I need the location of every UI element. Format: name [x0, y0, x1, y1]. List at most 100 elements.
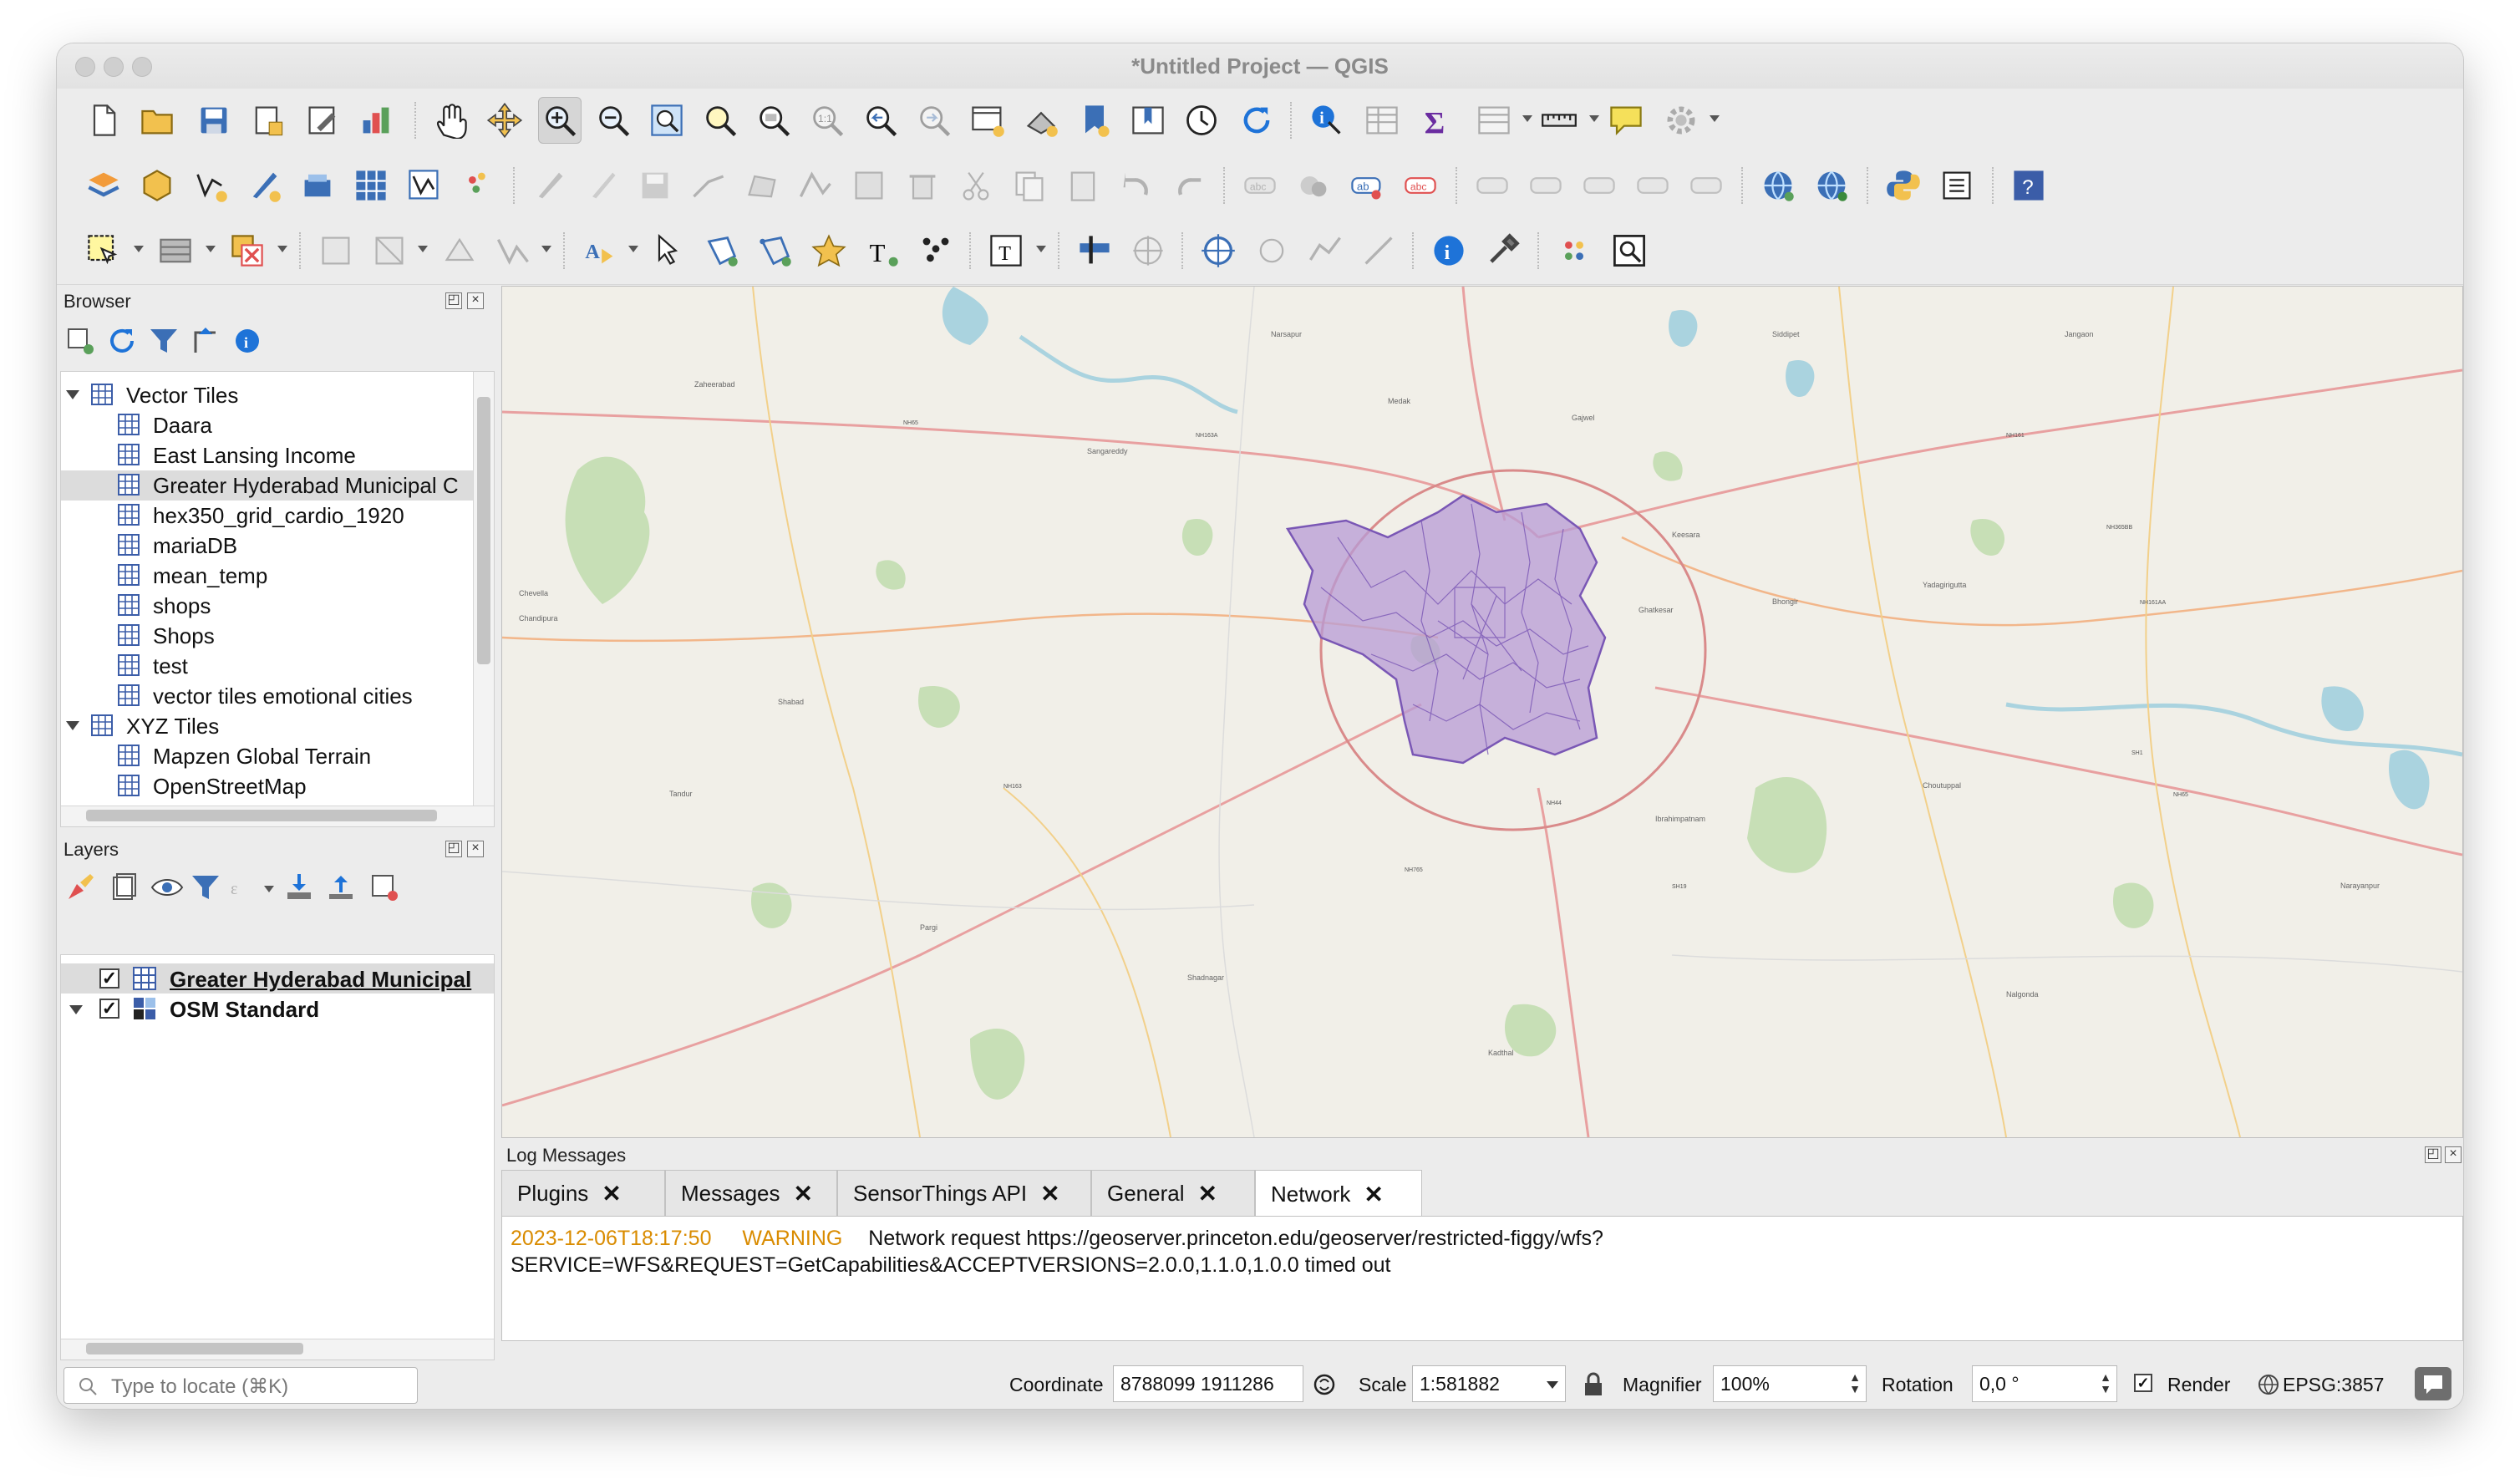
log-text-area[interactable]: 2023-12-06T18:17:50 WARNING Network requ…: [501, 1216, 2463, 1341]
float-panel-icon[interactable]: ◰: [445, 292, 462, 309]
close-tab-icon[interactable]: ✕: [1198, 1180, 1217, 1207]
open-field-calculator-icon[interactable]: [154, 227, 197, 274]
show-bookmarks-icon[interactable]: [1126, 97, 1170, 144]
identify-icon[interactable]: i: [1305, 97, 1349, 144]
toggle-editing-icon[interactable]: [580, 162, 623, 209]
pin-labels-icon[interactable]: [1471, 162, 1514, 209]
new-project-icon[interactable]: [82, 97, 125, 144]
zoom-to-layer-icon[interactable]: [752, 97, 795, 144]
add-vector-tile-icon[interactable]: [403, 162, 446, 209]
browser-item[interactable]: vector tiles emotional cities: [61, 681, 494, 711]
close-tab-icon[interactable]: ✕: [794, 1180, 813, 1207]
browser-item[interactable]: Mapzen Global Terrain: [61, 741, 494, 771]
collapse-all-icon[interactable]: [189, 324, 222, 358]
expand-arrow-icon[interactable]: [66, 390, 79, 399]
add-wms-layer-icon[interactable]: [1756, 162, 1800, 209]
new-virtual-layer-icon[interactable]: [296, 162, 339, 209]
change-label-icon[interactable]: [1684, 162, 1728, 209]
move-label-icon[interactable]: [1578, 162, 1621, 209]
rotate-label-icon[interactable]: [1631, 162, 1674, 209]
processing-toolbox-icon[interactable]: [1481, 227, 1524, 274]
zoom-to-selection-icon[interactable]: [699, 97, 742, 144]
attribute-table-icon[interactable]: [1360, 97, 1404, 144]
close-tab-icon[interactable]: ✕: [602, 1180, 621, 1207]
new-3d-view-icon[interactable]: [1019, 97, 1063, 144]
offset-curve-icon[interactable]: [1250, 227, 1293, 274]
coordinate-field[interactable]: 8788099 1911286: [1113, 1365, 1303, 1402]
messages-button[interactable]: [2415, 1367, 2451, 1400]
measure-icon[interactable]: [1537, 97, 1581, 144]
zoom-in-icon[interactable]: [538, 97, 582, 144]
deselect-features-icon[interactable]: [226, 227, 269, 274]
browser-item[interactable]: shops: [61, 591, 494, 621]
toggle-extents-icon[interactable]: [1312, 1372, 1337, 1397]
add-selected-layers-icon[interactable]: [64, 324, 97, 358]
browser-vertical-scrollbar[interactable]: [473, 372, 494, 826]
layer-row-osm-standard[interactable]: ✓ OSM Standard: [61, 994, 494, 1024]
remove-layer-icon[interactable]: [368, 871, 401, 904]
move-feature-icon[interactable]: [647, 227, 690, 274]
new-annotation-icon[interactable]: [807, 227, 851, 274]
show-hide-labels-icon[interactable]: [1524, 162, 1567, 209]
help-icon[interactable]: ?: [2007, 162, 2050, 209]
pan-icon[interactable]: [429, 97, 473, 144]
label-settings-icon[interactable]: A: [578, 227, 622, 274]
zoom-full-icon[interactable]: [645, 97, 688, 144]
scale-combo[interactable]: 1:581882: [1412, 1365, 1566, 1402]
tracing-icon[interactable]: [491, 227, 535, 274]
copy-features-icon[interactable]: [1008, 162, 1051, 209]
browser-group[interactable]: XYZ Tiles: [61, 711, 494, 741]
style-manager-icon[interactable]: [354, 97, 398, 144]
log-close-panel-icon[interactable]: ×: [2445, 1146, 2462, 1163]
digitize-line-icon[interactable]: [687, 162, 730, 209]
reshape-polygon-icon[interactable]: [700, 227, 744, 274]
properties-icon[interactable]: i: [231, 324, 264, 358]
python-console-icon[interactable]: [1882, 162, 1925, 209]
search-layer-icon[interactable]: [1608, 227, 1651, 274]
current-edits-icon[interactable]: [528, 162, 572, 209]
browser-horizontal-scrollbar[interactable]: [61, 806, 494, 826]
layer-diagram-icon[interactable]: abc: [1399, 162, 1442, 209]
cut-features-icon[interactable]: [954, 162, 998, 209]
tab-network[interactable]: Network ✕: [1255, 1170, 1422, 1218]
refresh-icon[interactable]: [1235, 97, 1278, 144]
map-canvas[interactable]: Zaheerabad Sangareddy Medak Siddipet Bho…: [501, 286, 2463, 1138]
paste-features-icon[interactable]: [1061, 162, 1105, 209]
point-annotation-icon[interactable]: [914, 227, 958, 274]
layer-visibility-checkbox[interactable]: ✓: [99, 999, 119, 1019]
browser-group[interactable]: Vector Tiles: [61, 380, 494, 410]
add-wfs-layer-icon[interactable]: [1810, 162, 1853, 209]
tab-messages[interactable]: Messages ✕: [665, 1170, 837, 1217]
zoom-last-icon[interactable]: [859, 97, 902, 144]
browser-item[interactable]: East Lansing Income: [61, 440, 494, 470]
print-layout-icon[interactable]: [246, 97, 289, 144]
simplify-feature-icon[interactable]: [1303, 227, 1347, 274]
reverse-line-icon[interactable]: [1357, 227, 1400, 274]
zoom-out-icon[interactable]: [592, 97, 635, 144]
label-tool-icon[interactable]: abc: [1238, 162, 1282, 209]
tab-plugins[interactable]: Plugins ✕: [501, 1170, 665, 1217]
split-parts-icon[interactable]: [1073, 227, 1116, 274]
rotate-feature-icon[interactable]: [1126, 227, 1170, 274]
refresh-browser-icon[interactable]: [105, 324, 139, 358]
temporal-controller-icon[interactable]: [1180, 97, 1223, 144]
chevron-down-icon[interactable]: [1547, 1381, 1558, 1389]
tab-general[interactable]: General ✕: [1091, 1170, 1255, 1217]
open-project-icon[interactable]: [135, 97, 179, 144]
statistics-icon[interactable]: Σ: [1414, 97, 1457, 144]
delete-selected-icon[interactable]: [901, 162, 944, 209]
lock-scale-icon[interactable]: [1583, 1372, 1604, 1397]
settings-icon[interactable]: [1659, 97, 1703, 144]
layers-horizontal-scrollbar[interactable]: [61, 1339, 494, 1360]
expand-all-icon[interactable]: [282, 871, 316, 904]
text-annotation-icon[interactable]: T: [861, 227, 904, 274]
metadata-info-icon[interactable]: i: [1427, 227, 1471, 274]
layers-close-panel-icon[interactable]: ×: [467, 841, 484, 857]
new-bookmark-icon[interactable]: [1073, 97, 1116, 144]
digitize-points-icon[interactable]: [456, 162, 500, 209]
snapping-icon[interactable]: [438, 227, 481, 274]
layer-row-greater-hyderabad[interactable]: ✓ Greater Hyderabad Municipal: [61, 963, 494, 994]
pan-to-selection-icon[interactable]: [483, 97, 526, 144]
render-checkbox[interactable]: ✓: [2134, 1374, 2152, 1392]
rotation-spinbox[interactable]: 0,0 ° ▲ ▼: [1972, 1365, 2117, 1402]
